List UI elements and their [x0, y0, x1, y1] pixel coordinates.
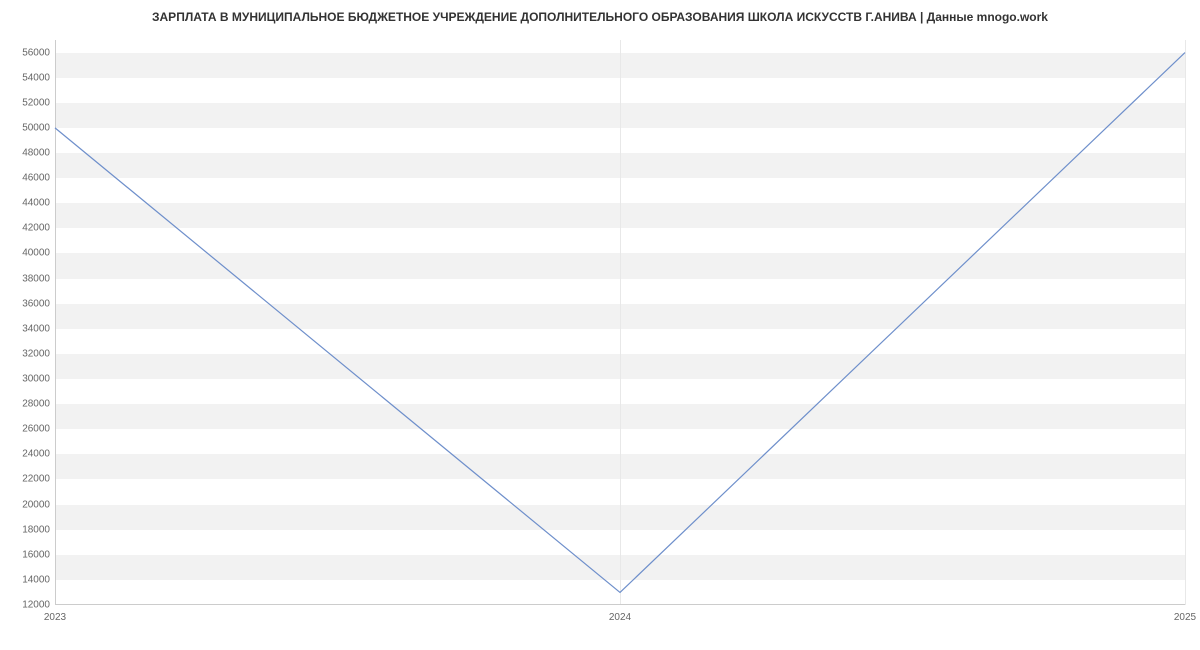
- y-tick-label: 16000: [5, 549, 50, 560]
- y-tick-label: 48000: [5, 148, 50, 159]
- y-tick-label: 56000: [5, 47, 50, 58]
- chart-title: ЗАРПЛАТА В МУНИЦИПАЛЬНОЕ БЮДЖЕТНОЕ УЧРЕЖ…: [0, 10, 1200, 24]
- y-tick-label: 22000: [5, 474, 50, 485]
- y-tick-label: 44000: [5, 198, 50, 209]
- y-tick-label: 24000: [5, 449, 50, 460]
- y-tick-label: 46000: [5, 173, 50, 184]
- y-tick-label: 38000: [5, 273, 50, 284]
- y-tick-label: 54000: [5, 72, 50, 83]
- grid-line-vertical: [1185, 40, 1186, 605]
- y-tick-label: 26000: [5, 424, 50, 435]
- y-tick-label: 32000: [5, 348, 50, 359]
- x-tick-label: 2024: [609, 612, 631, 623]
- y-tick-label: 18000: [5, 524, 50, 535]
- y-tick-label: 14000: [5, 574, 50, 585]
- y-tick-label: 36000: [5, 298, 50, 309]
- series-line: [55, 53, 1185, 593]
- y-tick-label: 12000: [5, 600, 50, 611]
- line-layer: [55, 40, 1185, 605]
- y-tick-label: 28000: [5, 399, 50, 410]
- y-tick-label: 34000: [5, 323, 50, 334]
- y-tick-label: 20000: [5, 499, 50, 510]
- y-tick-label: 42000: [5, 223, 50, 234]
- y-tick-label: 40000: [5, 248, 50, 259]
- y-tick-label: 30000: [5, 374, 50, 385]
- x-tick-label: 2025: [1174, 612, 1196, 623]
- x-tick-label: 2023: [44, 612, 66, 623]
- y-tick-label: 52000: [5, 97, 50, 108]
- plot-area: [55, 40, 1185, 605]
- y-tick-label: 50000: [5, 122, 50, 133]
